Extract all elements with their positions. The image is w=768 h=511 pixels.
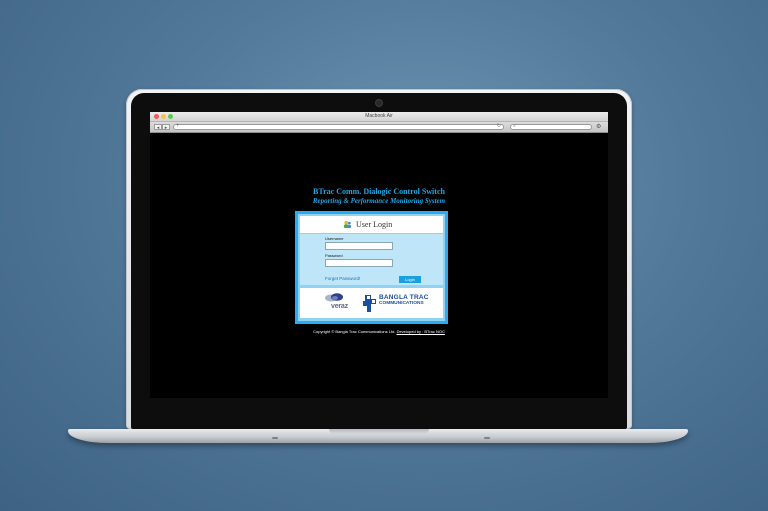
veraz-logo-icon: [325, 293, 343, 302]
login-panel-inner: User Login Username Password Forget Pass…: [298, 214, 445, 321]
laptop-foot: [272, 437, 278, 439]
login-button[interactable]: Login: [399, 276, 421, 283]
add-bookmark-icon[interactable]: +: [176, 123, 180, 129]
username-label: Username: [325, 236, 344, 241]
bangla-trac-logo-icon: [363, 295, 376, 312]
search-bar[interactable]: ⌕: [510, 123, 592, 130]
developed-by-link[interactable]: Developed by : BTrac NOC: [397, 329, 445, 334]
veraz-logo-text: veraz: [331, 303, 348, 310]
login-form: Username Password Forget Password! Login: [300, 234, 443, 285]
forget-password-link[interactable]: Forget Password!: [325, 276, 360, 281]
gear-icon[interactable]: ⚙: [596, 123, 601, 130]
search-icon: ⌕: [513, 123, 516, 129]
user-login-icon: [343, 220, 352, 229]
lid-opening-notch: [329, 429, 429, 434]
screen: Macbook Air ◂ ▸ + ↻ ⌕ ⚙ BTrac Comm. Dial…: [150, 112, 608, 398]
back-button[interactable]: ◂: [154, 124, 162, 131]
reload-icon[interactable]: ↻: [497, 123, 501, 129]
login-header: User Login: [300, 216, 443, 233]
bangla-trac-logo-text: BANGLA TRAC: [379, 294, 429, 301]
password-label: Password: [325, 253, 343, 258]
copyright-text: Copyright © Bangla Trac Communications L…: [313, 329, 396, 334]
password-input[interactable]: [325, 259, 393, 267]
login-title: User Login: [356, 220, 393, 229]
communications-logo-text: COMMUNICATIONS: [379, 301, 424, 306]
username-input[interactable]: [325, 242, 393, 250]
copyright-footer: Copyright © Bangla Trac Communications L…: [150, 329, 608, 334]
camera-icon: [376, 100, 382, 106]
forward-button[interactable]: ▸: [162, 124, 170, 131]
logo-strip: veraz BANGLA TRAC COMMUNICATIONS: [300, 288, 443, 318]
browser-titlebar: Macbook Air: [150, 112, 608, 122]
address-bar[interactable]: + ↻: [173, 123, 504, 130]
page-title: BTrac Comm. Dialogic Control Switch: [313, 187, 445, 196]
window-title: Macbook Air: [365, 113, 393, 119]
laptop-foot: [484, 437, 490, 439]
browser-toolbar: ◂ ▸ + ↻ ⌕ ⚙: [150, 122, 608, 133]
login-panel: User Login Username Password Forget Pass…: [295, 211, 448, 324]
page-subtitle: Reporting & Performance Monitoring Syste…: [312, 197, 446, 205]
